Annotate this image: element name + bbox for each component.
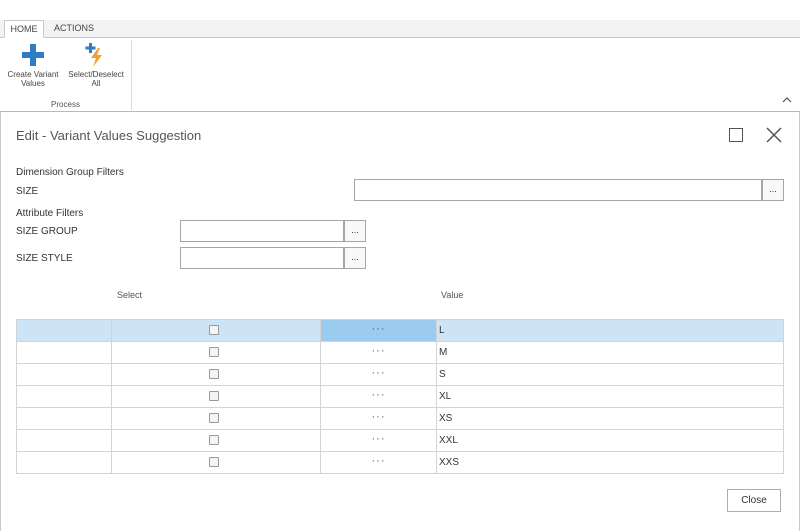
- plus-icon: [22, 44, 44, 66]
- select-cell[interactable]: [112, 364, 321, 385]
- size-label: SIZE: [16, 186, 39, 197]
- top-bar: [0, 0, 800, 20]
- size-style-label: SIZE STYLE: [16, 253, 73, 264]
- row-marker-cell[interactable]: [16, 408, 112, 429]
- dialog-title: Edit - Variant Values Suggestion: [16, 128, 202, 143]
- value-cell[interactable]: XXS: [437, 452, 784, 473]
- create-variant-values-button[interactable]: Create Variant Values: [2, 42, 64, 96]
- value-cell[interactable]: S: [437, 364, 784, 385]
- table-row[interactable]: ··· XXL: [16, 430, 784, 452]
- value-cell[interactable]: M: [437, 342, 784, 363]
- select-cell[interactable]: [112, 342, 321, 363]
- maximize-icon[interactable]: [729, 128, 743, 142]
- size-style-lookup-button[interactable]: ...: [344, 247, 366, 269]
- select-checkbox[interactable]: [209, 391, 219, 401]
- select-checkbox[interactable]: [209, 347, 219, 357]
- row-marker-cell[interactable]: [16, 386, 112, 407]
- variant-values-grid: ··· L ··· M ··· S ··· XL ··· XS ··· XXL …: [16, 319, 784, 474]
- select-deselect-all-button[interactable]: Select/Deselect All: [64, 42, 128, 96]
- value-cell[interactable]: XL: [437, 386, 784, 407]
- size-group-lookup-button[interactable]: ...: [344, 220, 366, 242]
- size-field[interactable]: [354, 179, 762, 201]
- size-group-label: SIZE GROUP: [16, 226, 78, 237]
- select-column-header[interactable]: Select: [117, 290, 142, 300]
- row-menu-button[interactable]: ···: [321, 452, 437, 473]
- process-group-label: Process: [51, 100, 80, 109]
- table-row[interactable]: ··· M: [16, 342, 784, 364]
- select-cell[interactable]: [112, 430, 321, 451]
- chevron-up-icon[interactable]: [782, 96, 792, 107]
- select-checkbox[interactable]: [209, 413, 219, 423]
- row-marker-cell[interactable]: [16, 430, 112, 451]
- row-menu-button[interactable]: ···: [321, 430, 437, 451]
- size-style-field[interactable]: [180, 247, 344, 269]
- table-row[interactable]: ··· XS: [16, 408, 784, 430]
- row-menu-button[interactable]: ···: [321, 342, 437, 363]
- row-menu-button[interactable]: ···: [321, 408, 437, 429]
- select-checkbox[interactable]: [209, 435, 219, 445]
- row-marker-cell[interactable]: [16, 320, 112, 341]
- close-button[interactable]: Close: [727, 489, 781, 512]
- ribbon-body: Create Variant Values Select/Deselect Al…: [0, 38, 800, 112]
- attribute-filters-heading: Attribute Filters: [16, 208, 84, 219]
- select-checkbox[interactable]: [209, 325, 219, 335]
- select-deselect-icon: [85, 43, 102, 67]
- ribbon-group-divider: [131, 40, 132, 110]
- table-row[interactable]: ··· XXS: [16, 452, 784, 474]
- select-checkbox[interactable]: [209, 457, 219, 467]
- row-menu-button[interactable]: ···: [321, 320, 437, 341]
- row-marker-cell[interactable]: [16, 364, 112, 385]
- size-lookup-button[interactable]: ...: [762, 179, 784, 201]
- row-menu-button[interactable]: ···: [321, 364, 437, 385]
- ribbon-tabs: HOME ACTIONS: [0, 20, 800, 38]
- table-row[interactable]: ··· XL: [16, 386, 784, 408]
- row-menu-button[interactable]: ···: [321, 386, 437, 407]
- size-group-field[interactable]: [180, 220, 344, 242]
- value-cell[interactable]: L: [437, 320, 784, 341]
- select-cell[interactable]: [112, 408, 321, 429]
- row-marker-cell[interactable]: [16, 342, 112, 363]
- value-column-header[interactable]: Value: [441, 290, 463, 300]
- dimension-group-filters-heading: Dimension Group Filters: [16, 167, 124, 178]
- tab-actions[interactable]: ACTIONS: [48, 20, 100, 38]
- table-row[interactable]: ··· L: [16, 320, 784, 342]
- select-checkbox[interactable]: [209, 369, 219, 379]
- select-cell[interactable]: [112, 320, 321, 341]
- tab-home[interactable]: HOME: [4, 20, 44, 38]
- row-marker-cell[interactable]: [16, 452, 112, 473]
- select-cell[interactable]: [112, 452, 321, 473]
- select-cell[interactable]: [112, 386, 321, 407]
- value-cell[interactable]: XXL: [437, 430, 784, 451]
- table-row[interactable]: ··· S: [16, 364, 784, 386]
- create-variant-values-label: Create Variant Values: [7, 70, 59, 88]
- select-deselect-all-label: Select/Deselect All: [68, 70, 124, 88]
- value-cell[interactable]: XS: [437, 408, 784, 429]
- close-icon[interactable]: [765, 126, 783, 144]
